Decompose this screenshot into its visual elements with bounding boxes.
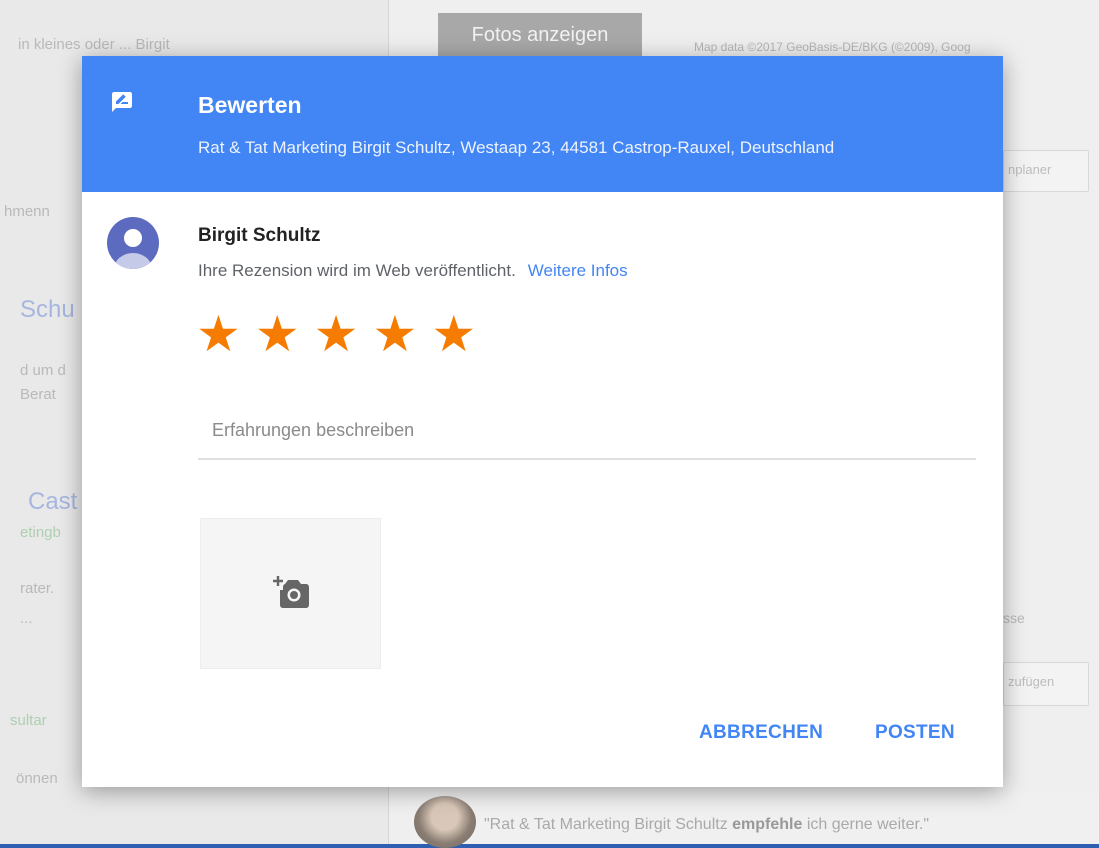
bg-snippet: sultar [10, 712, 47, 729]
reviewer-photo [414, 796, 476, 848]
rate-review-icon [112, 92, 132, 112]
bg-snippet: Cast [28, 488, 78, 515]
post-button[interactable]: POSTEN [875, 722, 955, 744]
star-2[interactable]: ★ [255, 309, 300, 359]
review-dialog: Bewerten Rat & Tat Marketing Birgit Schu… [82, 56, 1003, 787]
add-button: zufügen [1003, 662, 1089, 706]
bg-snippet: Berat [20, 386, 56, 403]
show-photos-button: Fotos anzeigen [438, 13, 642, 57]
bg-snippet: hmenn [4, 203, 50, 220]
bg-snippet: in kleines oder ... Birgit [18, 36, 170, 53]
star-3[interactable]: ★ [314, 309, 359, 359]
more-info-link[interactable]: Weitere Infos [528, 261, 628, 280]
review-quote: "Rat & Tat Marketing Birgit Schultz empf… [484, 816, 930, 833]
dialog-title: Bewerten [198, 92, 302, 118]
bg-snippet: etingb [20, 524, 61, 541]
review-text-input[interactable] [198, 402, 976, 460]
add-photo-button[interactable] [200, 518, 381, 669]
bg-snippet: Schu [20, 296, 75, 323]
bg-address-snippet: sse [1003, 610, 1025, 626]
business-address: Rat & Tat Marketing Birgit Schultz, West… [198, 138, 835, 157]
dialog-header: Bewerten Rat & Tat Marketing Birgit Schu… [82, 56, 1003, 192]
add-photo-camera-icon [273, 576, 309, 608]
bg-snippet: d um d [20, 362, 66, 379]
publish-notice: Ihre Rezension wird im Web veröffentlich… [198, 261, 628, 280]
star-rating[interactable]: ★ ★ ★ ★ ★ [196, 309, 490, 359]
bg-snippet: önnen [16, 770, 58, 787]
user-avatar [107, 217, 159, 269]
star-1[interactable]: ★ [196, 309, 241, 359]
person-icon [114, 229, 152, 269]
bg-snippet: rater. [20, 580, 55, 597]
user-name: Birgit Schultz [198, 225, 321, 246]
map-attribution: Map data ©2017 GeoBasis-DE/BKG (©2009), … [694, 40, 971, 54]
star-4[interactable]: ★ [372, 309, 417, 359]
route-planner-button: nplaner [1003, 150, 1089, 192]
bg-snippet: ... [20, 610, 33, 627]
star-5[interactable]: ★ [431, 309, 476, 359]
cancel-button[interactable]: ABBRECHEN [699, 722, 823, 744]
